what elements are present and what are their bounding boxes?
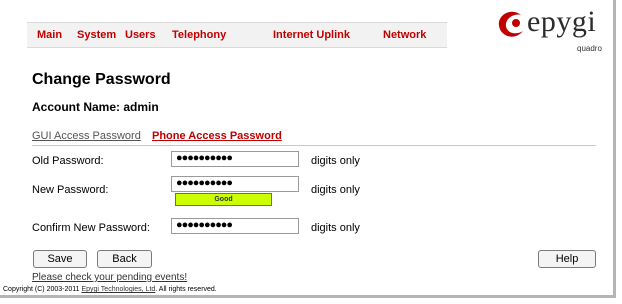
copyright-notice: Copyright (C) 2003-2011 Epygi Technologi… xyxy=(3,286,217,293)
tab-phone-access-password[interactable]: Phone Access Password xyxy=(152,130,282,142)
new-password-field[interactable]: ●●●●●●●●●● xyxy=(171,176,299,192)
confirm-password-field[interactable]: ●●●●●●●●●● xyxy=(171,218,299,234)
new-password-hint: digits only xyxy=(311,184,360,196)
page-title: Change Password xyxy=(32,71,171,88)
copyright-suffix: . All rights reserved. xyxy=(155,286,217,293)
old-password-label: Old Password: xyxy=(32,155,104,167)
tab-divider xyxy=(32,145,596,146)
nav-item-internet-uplink[interactable]: Internet Uplink xyxy=(273,29,350,41)
confirm-password-label: Confirm New Password: xyxy=(32,222,150,234)
top-navigation: Main System Users Telephony Internet Upl… xyxy=(27,22,447,48)
logo-subtitle: quadro xyxy=(577,44,602,53)
help-button[interactable]: Help xyxy=(538,250,596,268)
nav-item-users[interactable]: Users xyxy=(125,29,156,41)
tab-gui-access-password[interactable]: GUI Access Password xyxy=(32,130,141,142)
epygi-swirl-icon xyxy=(498,11,523,37)
confirm-password-hint: digits only xyxy=(311,222,360,234)
pending-events-link[interactable]: Please check your pending events! xyxy=(32,272,187,283)
nav-item-main[interactable]: Main xyxy=(37,29,62,41)
new-password-label: New Password: xyxy=(32,184,109,196)
nav-item-telephony[interactable]: Telephony xyxy=(172,29,226,41)
epygi-logo: epygi quadro xyxy=(497,5,602,57)
old-password-hint: digits only xyxy=(311,155,360,167)
page-frame: Main System Users Telephony Internet Upl… xyxy=(0,0,616,298)
account-name: Account Name: admin xyxy=(32,100,159,114)
back-button[interactable]: Back xyxy=(97,250,152,268)
password-strength-meter: Good xyxy=(175,193,272,206)
copyright-text: Copyright (C) 2003-2011 xyxy=(3,286,82,293)
company-link[interactable]: Epygi Technologies, Ltd xyxy=(81,286,155,293)
save-button[interactable]: Save xyxy=(33,250,87,268)
nav-item-system[interactable]: System xyxy=(77,29,116,41)
nav-item-network[interactable]: Network xyxy=(383,29,426,41)
old-password-field[interactable]: ●●●●●●●●●● xyxy=(171,151,299,167)
logo-wordmark: epygi xyxy=(527,5,597,38)
